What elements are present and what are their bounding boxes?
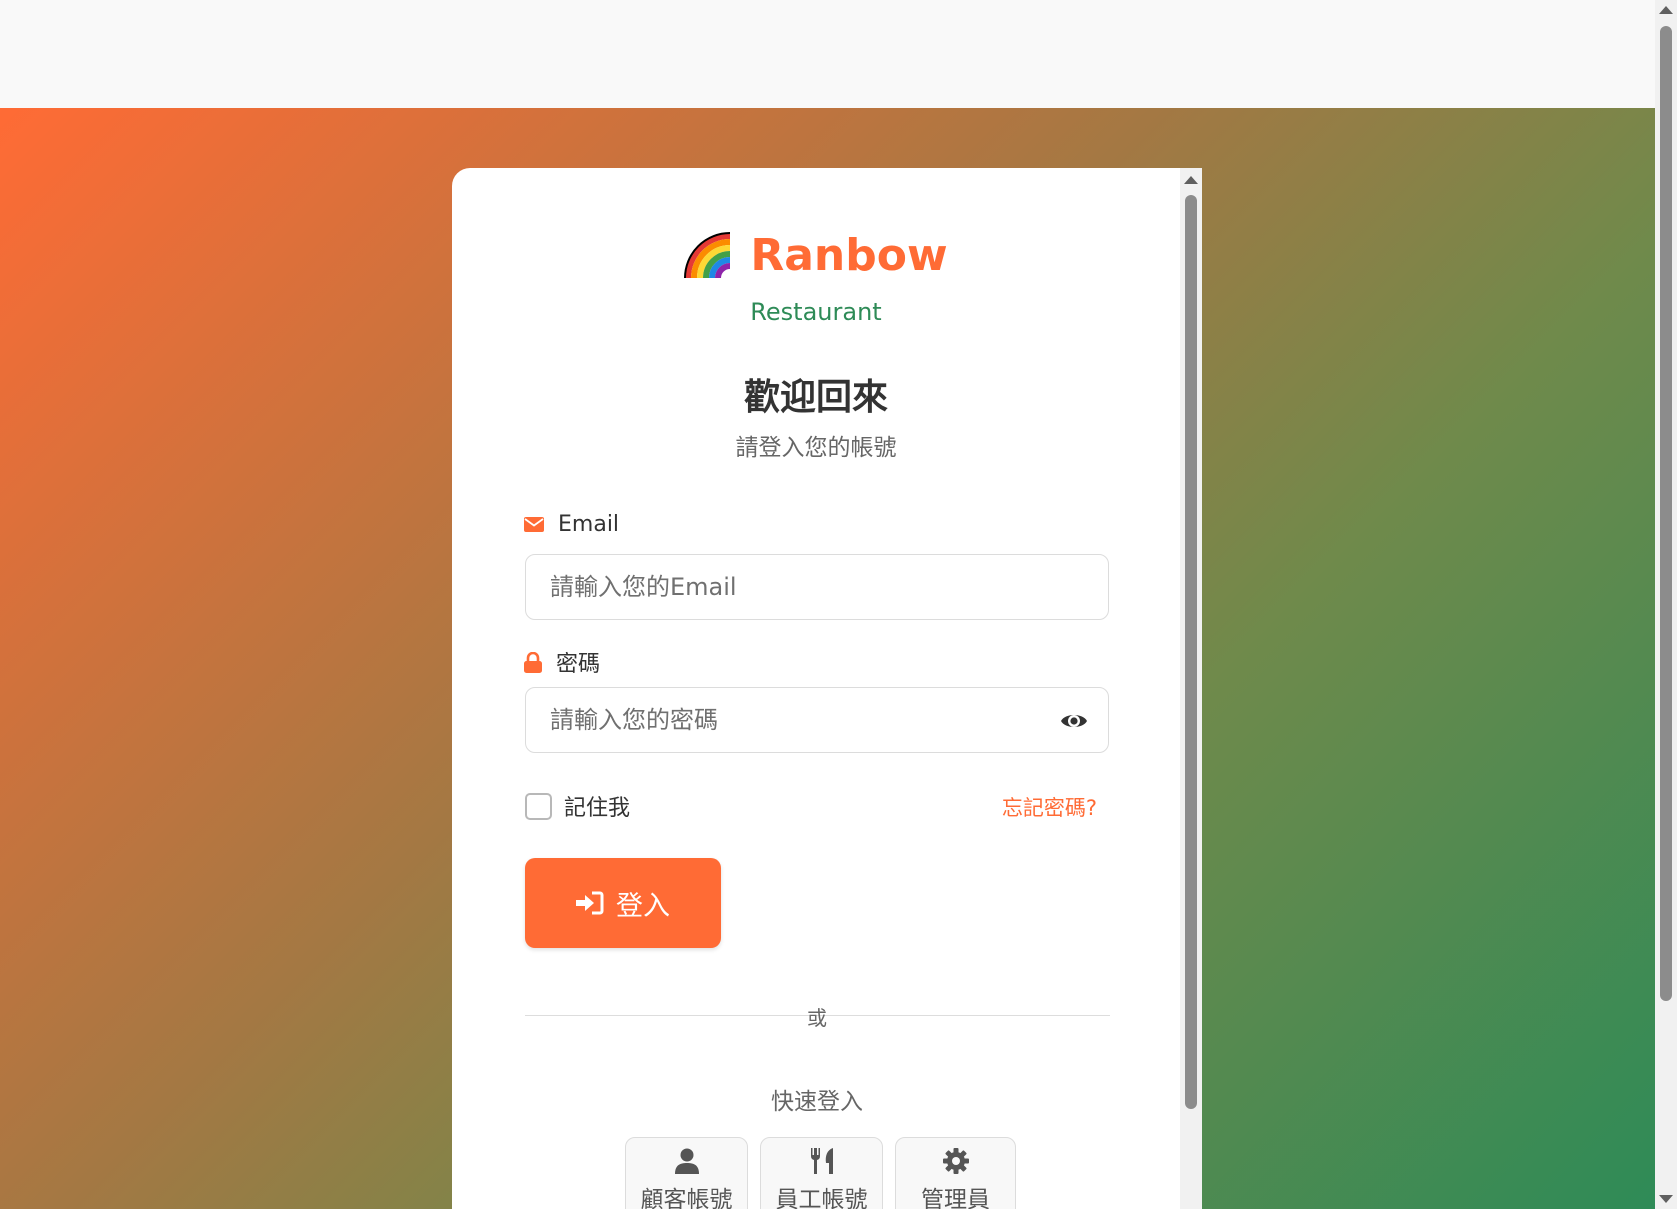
customer-account-button[interactable]: 顧客帳號 [625, 1137, 748, 1209]
staff-account-button[interactable]: 員工帳號 [760, 1137, 883, 1209]
password-input[interactable] [550, 706, 1084, 734]
email-label: Email [524, 512, 619, 537]
brand-header: Ranbow [452, 230, 1180, 281]
sign-in-icon [576, 891, 604, 915]
browser-top-area [0, 0, 1655, 108]
brand-name: Ranbow [750, 230, 948, 281]
login-card: Ranbow Restaurant 歡迎回來 請登入您的帳號 Email 密碼 [452, 168, 1202, 1209]
quick-login-buttons: 顧客帳號 員工帳號 管理員 [625, 1137, 1016, 1209]
card-scroll-thumb[interactable] [1185, 195, 1197, 1109]
window-scroll-up-arrow[interactable] [1659, 6, 1673, 14]
login-button[interactable]: 登入 [525, 858, 721, 948]
welcome-title: 歡迎回來 [743, 377, 888, 418]
admin-account-label: 管理員 [921, 1187, 990, 1209]
welcome-subtitle: 請登入您的帳號 [735, 435, 897, 461]
envelope-icon [524, 517, 544, 532]
quick-login-title: 快速登入 [771, 1089, 863, 1115]
customer-account-label: 顧客帳號 [640, 1187, 733, 1209]
gear-icon [942, 1148, 969, 1174]
brand-subtitle: Restaurant [750, 298, 882, 326]
admin-account-button[interactable]: 管理員 [895, 1137, 1016, 1209]
password-label-text: 密碼 [556, 652, 601, 677]
card-scroll-up-arrow[interactable] [1184, 176, 1198, 184]
utensils-icon [810, 1148, 833, 1174]
window-scroll-down-arrow[interactable] [1659, 1195, 1673, 1203]
email-label-text: Email [558, 512, 620, 537]
divider-text: 或 [807, 1006, 827, 1030]
password-label: 密碼 [524, 646, 600, 678]
window-scroll-thumb[interactable] [1660, 26, 1672, 1001]
staff-account-label: 員工帳號 [775, 1187, 868, 1209]
login-button-label: 登入 [616, 890, 670, 921]
email-input[interactable] [550, 573, 1084, 601]
rainbow-icon [684, 231, 731, 278]
email-field[interactable] [525, 554, 1109, 620]
window-scrollbar[interactable] [1655, 0, 1677, 1209]
card-scrollbar[interactable] [1180, 168, 1202, 1209]
toggle-password-button[interactable] [1060, 708, 1088, 734]
remember-checkbox[interactable] [525, 792, 552, 820]
lock-icon [524, 651, 542, 673]
password-field[interactable] [525, 687, 1109, 753]
eye-icon [1061, 715, 1087, 727]
remember-label: 記住我 [564, 796, 631, 821]
forgot-password-link[interactable]: 忘記密碼? [1002, 792, 1097, 822]
user-icon [674, 1148, 699, 1174]
remember-me[interactable]: 記住我 [525, 790, 630, 822]
